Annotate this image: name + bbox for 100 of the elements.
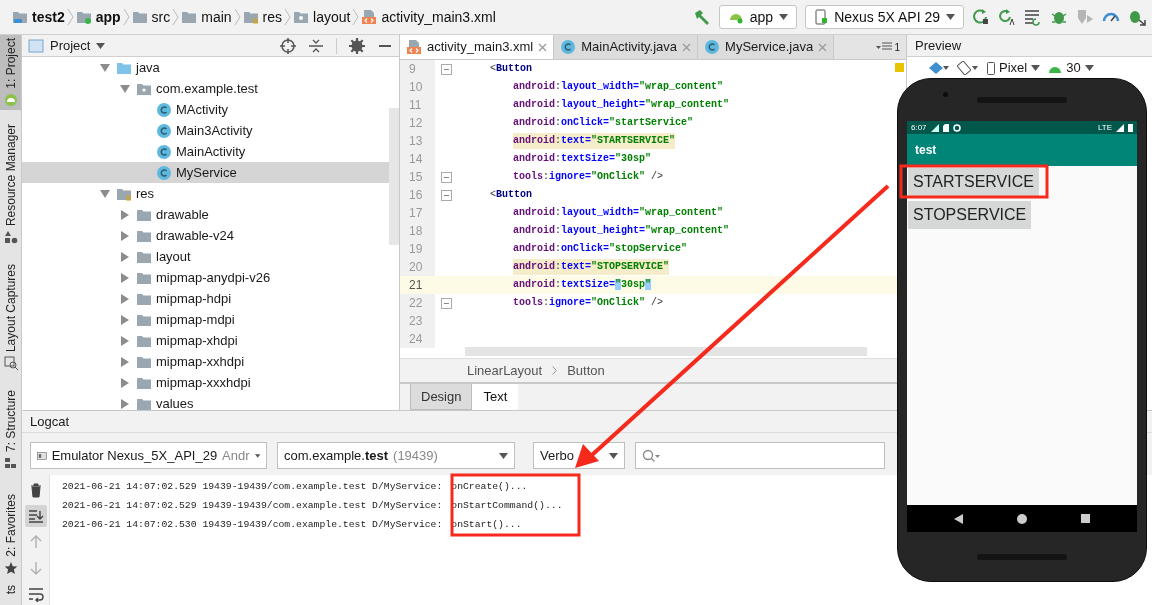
mode-tab[interactable]: Design [410,384,473,410]
path-item[interactable]: Button [567,360,605,381]
fold-icon[interactable] [441,189,452,201]
toggle-arrow-icon[interactable] [120,84,130,93]
tree-item[interactable]: mipmap-hdpi [22,288,389,309]
breadcrumb-item[interactable]: main [179,6,234,28]
tree-item[interactable]: mipmap-xhdpi [22,330,389,351]
tree-item[interactable]: values [22,393,389,410]
process-dropdown[interactable]: com.example.test (19439) [277,442,515,469]
caret-icon [499,452,508,459]
toggle-arrow-icon[interactable] [121,314,129,325]
caret-icon [1031,65,1041,71]
folder-icon [75,9,92,25]
tree-item[interactable]: mipmap-mdpi [22,309,389,330]
toggle-arrow-icon[interactable] [100,63,110,72]
close-icon[interactable] [818,42,828,52]
circular-arrow-icon[interactable] [998,8,1016,26]
run-config-dropdown[interactable]: app [718,5,798,29]
toggle-arrow-icon[interactable] [100,189,110,198]
tool-window-tab[interactable]: 2: Favorites [0,490,21,578]
path-item[interactable]: LinearLayout [467,360,543,381]
tab-overflow-button[interactable]: 1 [876,35,906,59]
fold-icon[interactable] [441,171,452,183]
api-dropdown[interactable]: 30 [1048,58,1094,78]
close-icon[interactable] [682,42,692,52]
search-icon [642,448,660,463]
tree-item[interactable]: Main3Activity [22,120,389,141]
fold-icon[interactable] [441,297,452,309]
toggle-arrow-icon[interactable] [121,230,129,241]
scrollbar[interactable] [465,347,867,356]
settings-icon[interactable] [349,37,365,54]
line-number: 20 [400,258,435,276]
toggle-arrow-icon[interactable] [121,356,129,367]
tree-item[interactable]: com.example.test [22,78,389,99]
device-dropdown[interactable]: Emulator Nexus_5X_API_29 Andr [30,442,267,469]
class-icon [156,101,172,118]
breadcrumb-item[interactable]: test2 [10,6,67,28]
tree-item[interactable]: mipmap-xxhdpi [22,351,389,372]
chevron-icon [233,8,241,26]
scroll-end-icon[interactable] [27,508,44,524]
circle-icon [952,123,961,132]
tree-item[interactable]: drawable [22,204,389,225]
layers-icon[interactable] [929,62,949,74]
chevron-icon [66,8,74,26]
collapse-icon[interactable] [308,37,324,54]
editor-tab[interactable]: MainActivity.java [554,35,699,59]
panel-title[interactable]: Project [50,35,91,56]
close-icon[interactable] [538,42,548,52]
breadcrumb-item[interactable]: src [129,6,173,28]
back-icon[interactable] [954,513,963,524]
bug-arrow-icon[interactable] [1128,8,1146,26]
tree-item[interactable]: res [22,183,389,204]
log-message: onStartCommand()... [451,499,563,514]
app-button[interactable]: STOPSERVICE [908,201,1032,229]
folder-icon [242,9,259,25]
device-dropdown[interactable]: Nexus 5X API 29 [805,5,964,29]
tool-window-tab[interactable]: 7: Structure [0,386,21,473]
toggle-arrow-icon[interactable] [121,335,129,346]
tree-item[interactable]: MActivity [22,99,389,120]
tree-item[interactable]: layout [22,246,389,267]
crosshair-icon[interactable] [280,37,296,54]
tree-item[interactable]: drawable-v24 [22,225,389,246]
breadcrumb-item[interactable]: res [240,6,285,28]
code-line: android:layout_width="wrap_content" [513,206,724,220]
star-icon [3,560,18,575]
tree-item[interactable]: mipmap-anydpi-v26 [22,267,389,288]
tool-window-tab[interactable]: 1: Project [0,35,21,110]
line-number: 10 [400,78,435,96]
breadcrumb-item[interactable]: activity_main3.xml [359,6,498,28]
home-icon[interactable] [1017,513,1027,524]
lines-icon[interactable] [1024,8,1042,26]
tree-item[interactable]: java [22,57,389,78]
wrap-icon[interactable] [27,586,44,602]
search-field[interactable] [635,442,885,469]
line-number: 15 [400,168,435,186]
toggle-arrow-icon[interactable] [121,272,129,283]
tool-window-tab[interactable]: ts [0,581,21,597]
toggle-arrow-icon[interactable] [121,293,129,304]
tree-item[interactable]: MainActivity [22,141,389,162]
tool-window-tab[interactable]: Resource Manager [0,120,21,247]
app-button[interactable]: STARTSERVICE [908,168,1039,196]
toggle-arrow-icon[interactable] [121,398,129,409]
breadcrumb-item[interactable]: app [73,6,123,28]
toggle-arrow-icon[interactable] [121,209,129,220]
toggle-arrow-icon[interactable] [121,377,129,388]
fold-icon[interactable] [441,63,452,75]
tool-window-tab[interactable]: Layout Captures [0,260,21,373]
hammer-icon[interactable] [692,8,711,26]
editor-tab[interactable]: MyService.java [698,35,835,59]
tree-item[interactable]: MyService [22,162,389,183]
tree-item[interactable]: mipmap-xxxhdpi [22,372,389,393]
breadcrumb-item[interactable]: layout [291,6,353,28]
scrollbar[interactable] [389,108,399,245]
toggle-arrow-icon[interactable] [121,251,129,262]
mode-tab[interactable]: Text [472,384,519,410]
device-dropdown[interactable]: Pixel [987,58,1041,78]
editor-tab[interactable]: activity_main3.xml [400,35,555,59]
rotate-icon[interactable] [957,61,979,75]
circular-arrow-icon[interactable] [972,8,990,26]
caret-icon [96,42,106,49]
